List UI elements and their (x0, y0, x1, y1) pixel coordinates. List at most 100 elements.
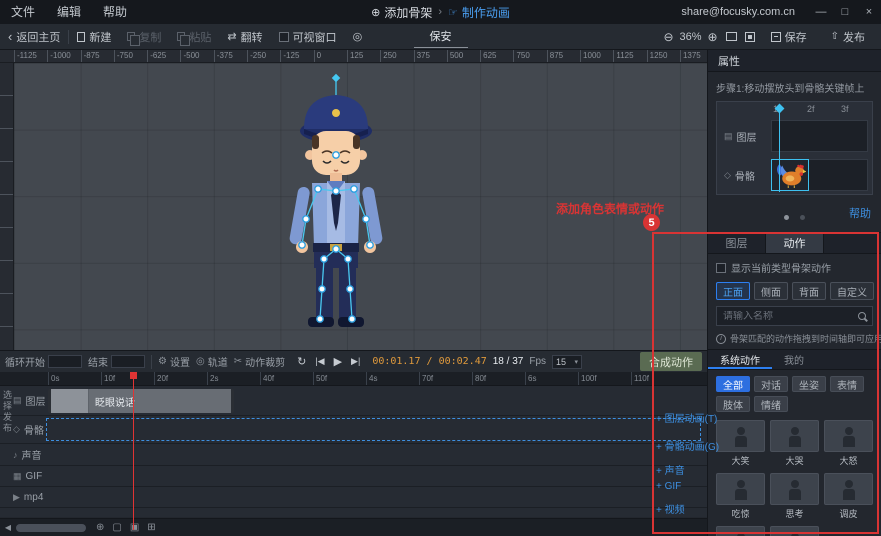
paste-button[interactable]: 粘贴 (169, 29, 219, 45)
show-filter-row[interactable]: 显示当前类型骨架动作 (708, 254, 881, 278)
show-filter-checkbox[interactable] (716, 263, 726, 273)
add-track-link[interactable]: + 图层动画(T) (656, 410, 717, 425)
category-chip[interactable]: 对话 (754, 376, 788, 392)
fps-select[interactable]: 15 ▾ (552, 355, 582, 369)
track-row-gif[interactable]: ▦ GIF (0, 466, 707, 487)
orientation-button[interactable]: 自定义 (830, 282, 874, 300)
add-track-link[interactable]: + 骨骼动画(G) (656, 438, 719, 453)
pagination-dot[interactable] (784, 215, 789, 220)
clip-head[interactable] (51, 389, 89, 413)
viewport-toggle[interactable]: 可视窗口 (271, 29, 345, 45)
orientation-button[interactable]: 侧面 (754, 282, 788, 300)
ruler-label: -250 (247, 50, 280, 62)
save-label: 保存 (785, 29, 807, 45)
tab-actions[interactable]: 动作 (766, 233, 824, 253)
back-home-button[interactable]: ‹ 返回主页 (0, 29, 68, 45)
search-input[interactable] (723, 311, 858, 322)
character-police-officer[interactable] (256, 71, 416, 342)
step-back-icon[interactable]: |◀ (315, 356, 324, 367)
trim-button[interactable]: ✂ 动作裁剪 (234, 354, 285, 369)
action-item[interactable]: 思考 (770, 473, 819, 520)
clip-label[interactable]: 眨眼说话 (89, 389, 231, 413)
flip-button[interactable]: ⇄ 翻转 (219, 29, 270, 45)
add-track-link[interactable]: + GIF (656, 481, 681, 492)
action-item[interactable]: 左手扶下巴 (716, 526, 765, 536)
menu-item[interactable]: 编辑 (46, 0, 92, 24)
category-chip[interactable]: 肢体 (716, 396, 750, 412)
save-button[interactable]: 保存 (763, 29, 815, 45)
fit-view-icon[interactable] (726, 32, 737, 41)
timeline-expand-icon[interactable]: ⊞ (147, 522, 155, 533)
scroll-left-icon[interactable]: ◀ (0, 523, 16, 532)
action-item[interactable]: 大怒 (824, 420, 873, 467)
search-icon[interactable] (858, 312, 866, 320)
side-label: 选择发布 (1, 390, 14, 434)
viewport-checkbox[interactable] (279, 32, 289, 42)
play-icon[interactable]: ▶ (334, 355, 342, 368)
action-item[interactable]: 大哭 (770, 420, 819, 467)
maximize-button[interactable]: □ (833, 0, 857, 24)
track-row-label: 骨骼 (24, 422, 44, 437)
time-display: 00:01.17 / 00:02.47 (372, 356, 486, 367)
loop-start-input[interactable] (48, 355, 82, 368)
search-box[interactable] (716, 306, 873, 326)
timeline-grid-icon[interactable]: ▣ (130, 522, 139, 533)
category-chip[interactable]: 坐姿 (792, 376, 826, 392)
track-row-mp4[interactable]: ▶ mp4 (0, 487, 707, 508)
copy-button[interactable]: 复制 (119, 29, 169, 45)
fullscreen-icon[interactable] (745, 32, 755, 42)
controls-divider (151, 355, 152, 369)
tab-layers[interactable]: 图层 (708, 233, 766, 253)
loop-playback-icon[interactable]: ↻ (297, 355, 306, 368)
breadcrumb-step-make-animation[interactable]: ☞ 制作动画 (448, 4, 510, 21)
animation-clip[interactable]: 眨眼说话 (48, 389, 234, 413)
layers-icon: ▤ (13, 395, 22, 406)
keyframe-panel[interactable]: 1f2f3f ▤ 图层 ◇ 骨骼 (716, 101, 873, 195)
menu-item[interactable]: 帮助 (92, 0, 138, 24)
category-chip[interactable]: 全部 (716, 376, 750, 392)
orientation-button[interactable]: 正面 (716, 282, 750, 300)
zoom-out-icon[interactable]: ⊖ (663, 30, 673, 44)
publish-button[interactable]: ⇧ 发布 (823, 29, 873, 45)
breadcrumb-step-add-skeleton[interactable]: ⊕ 添加骨架 (371, 4, 432, 21)
playhead[interactable] (133, 372, 134, 530)
settings-button[interactable]: ⚙ 设置 (158, 354, 190, 369)
zoom-in-icon[interactable]: ⊕ (708, 30, 718, 44)
timeline-ruler[interactable]: 0s10f20f2s40f50f4s70f80f6s100f110f (0, 372, 707, 386)
menu-items: 文件编辑帮助 (0, 0, 138, 24)
playhead-line-keyframe[interactable] (779, 111, 780, 192)
new-button[interactable]: 新建 (69, 29, 119, 45)
step-forward-icon[interactable]: ▶| (351, 356, 360, 367)
timeline-fit-icon[interactable]: ▢ (112, 522, 121, 533)
action-item[interactable]: 调皮 (824, 473, 873, 520)
timeline-scrollbar[interactable] (16, 524, 86, 532)
close-button[interactable]: × (857, 0, 881, 24)
tab-system-actions[interactable]: 系统动作 (708, 350, 772, 369)
track-row-sound[interactable]: ♪ 声音 (0, 444, 707, 466)
compose-action-button[interactable]: 合成动作 (640, 352, 702, 371)
action-item[interactable]: 举右手 (770, 526, 819, 536)
track-button[interactable]: ◎ 轨道 (196, 354, 228, 369)
eye-target-button[interactable]: ◎ (345, 30, 371, 43)
orientation-button[interactable]: 背面 (792, 282, 826, 300)
category-chip[interactable]: 情绪 (754, 396, 788, 412)
minimize-button[interactable]: — (809, 0, 833, 24)
playback-controls: ↻ |◀ ▶ ▶| (297, 355, 360, 368)
document-title[interactable]: 保安 (414, 28, 468, 48)
menu-item[interactable]: 文件 (0, 0, 46, 24)
pagination-dot[interactable] (800, 215, 805, 220)
track-row-layer[interactable]: ▤ 图层 眨眼说话 (0, 386, 707, 416)
tip-text: 骨架匹配的动作拖拽到时间轴即可应用! (730, 332, 881, 345)
loop-end-input[interactable] (111, 355, 145, 368)
add-track-link[interactable]: + 视频 (656, 501, 685, 516)
bone-keyframe-thumbnail[interactable] (771, 159, 809, 191)
tab-my-actions[interactable]: 我的 (772, 350, 816, 369)
layer-keyframe-track[interactable] (771, 120, 868, 152)
timeline-zoom-icon[interactable]: ⊕ (96, 522, 104, 533)
category-chip[interactable]: 表情 (830, 376, 864, 392)
action-item[interactable]: 大笑 (716, 420, 765, 467)
track-row-bone[interactable]: ◇ 骨骼 (0, 416, 707, 444)
action-item[interactable]: 吃惊 (716, 473, 765, 520)
add-track-link[interactable]: + 声音 (656, 462, 685, 477)
help-link[interactable]: 帮助 (849, 205, 871, 221)
